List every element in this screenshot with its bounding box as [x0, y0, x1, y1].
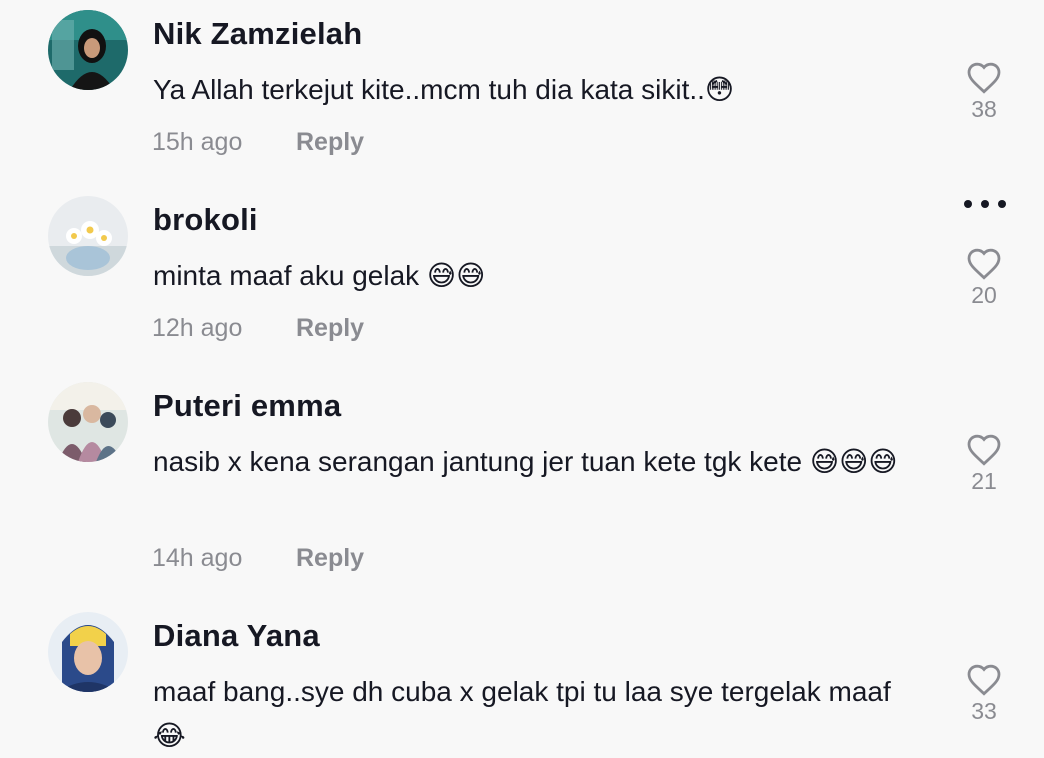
comment-timestamp: 14h ago [152, 544, 243, 572]
comment-username[interactable]: Nik Zamzielah [153, 16, 362, 52]
comment-timestamp: 12h ago [152, 314, 243, 342]
avatar[interactable] [48, 196, 128, 276]
like-count: 20 [971, 282, 997, 308]
like-button[interactable]: 21 [962, 432, 1006, 495]
avatar[interactable] [48, 10, 128, 90]
comment-text: Ya Allah terkejut kite..mcm tuh dia kata… [153, 74, 735, 105]
like-count: 21 [971, 468, 997, 494]
comment-text: minta maaf aku gelak 😅😅 [153, 260, 486, 291]
comment-username[interactable]: Puteri emma [153, 388, 341, 424]
like-count: 38 [971, 96, 997, 122]
heart-outline-icon [967, 62, 1001, 94]
avatar[interactable] [48, 382, 128, 462]
comment-username[interactable]: Diana Yana [153, 618, 320, 654]
more-options-button[interactable] [960, 196, 1010, 212]
heart-outline-icon [967, 434, 1001, 466]
reply-button[interactable]: Reply [296, 128, 364, 157]
reply-button[interactable]: Reply [296, 314, 364, 343]
comment-timestamp: 15h ago [152, 128, 243, 156]
comment-text: maaf bang..sye dh cuba x gelak tpi tu la… [153, 676, 891, 751]
reply-button[interactable]: Reply [296, 544, 364, 573]
like-count: 33 [971, 698, 997, 724]
like-button[interactable]: 38 [962, 60, 1006, 123]
like-button[interactable]: 20 [962, 246, 1006, 309]
avatar[interactable] [48, 612, 128, 692]
comment-username[interactable]: brokoli [153, 202, 258, 238]
heart-outline-icon [967, 664, 1001, 696]
comment-text: nasib x kena serangan jantung jer tuan k… [153, 446, 898, 477]
heart-outline-icon [967, 248, 1001, 280]
like-button[interactable]: 33 [962, 662, 1006, 725]
